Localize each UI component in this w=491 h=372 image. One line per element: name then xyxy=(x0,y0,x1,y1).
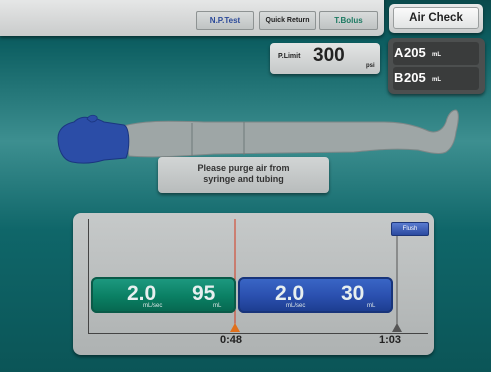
injection-timeline-panel: Flush 2.0 mL/sec 95 mL 2.0 mL/sec 30 mL … xyxy=(73,213,434,355)
purge-air-message: Please purge air from syringe and tubing xyxy=(158,157,329,193)
top-toolbar: N.P.Test Quick Return T.Bolus xyxy=(0,0,384,36)
phase-a-volume-unit: mL xyxy=(213,303,222,309)
air-check-panel: Air Check xyxy=(389,4,483,33)
flush-button[interactable]: Flush xyxy=(391,222,429,236)
phase-b-volume-unit: mL xyxy=(367,303,376,309)
phase-b-rate-unit: mL/sec xyxy=(286,303,306,309)
syringe-b-letter: B xyxy=(394,70,404,85)
triangle-up-orange-icon xyxy=(230,323,240,332)
pressure-limit-value: 300 xyxy=(313,45,345,66)
triangle-up-gray-icon xyxy=(392,323,402,332)
pressure-limit-unit: psi xyxy=(366,63,375,69)
phase-a-block[interactable]: 2.0 mL/sec 95 mL xyxy=(91,277,236,313)
syringe-a-value: 205 xyxy=(404,45,426,60)
pressure-limit-control[interactable]: P.Limit 300 psi xyxy=(270,43,380,74)
syringe-b-unit: mL xyxy=(432,77,441,83)
pressure-limit-label: P.Limit xyxy=(278,53,301,60)
message-line-1: Please purge air from xyxy=(197,163,290,173)
phase-b-block[interactable]: 2.0 mL/sec 30 mL xyxy=(238,277,393,313)
syringe-a-unit: mL xyxy=(432,52,441,58)
phase-a-rate-unit: mL/sec xyxy=(143,303,163,309)
syringe-b-value: 205 xyxy=(404,70,426,85)
phase-a-volume: 95 xyxy=(192,282,216,305)
air-check-button[interactable]: Air Check xyxy=(393,7,479,29)
t-bolus-button[interactable]: T.Bolus xyxy=(319,11,378,30)
syringe-b-volume: B 205 mL xyxy=(393,67,479,90)
phase-b-volume: 30 xyxy=(341,282,365,305)
injector-screen: N.P.Test Quick Return T.Bolus Air Check … xyxy=(0,0,491,372)
total-time-label: 1:03 xyxy=(379,334,402,346)
message-line-2: syringe and tubing xyxy=(203,174,284,184)
syringe-a-volume: A 205 mL xyxy=(393,42,479,65)
current-time-label: 0:48 xyxy=(220,334,243,346)
syringe-a-letter: A xyxy=(394,45,404,60)
syringe-volumes-panel: A 205 mL B 205 mL xyxy=(388,38,485,94)
quick-return-button[interactable]: Quick Return xyxy=(259,11,316,30)
np-test-button[interactable]: N.P.Test xyxy=(196,11,254,30)
